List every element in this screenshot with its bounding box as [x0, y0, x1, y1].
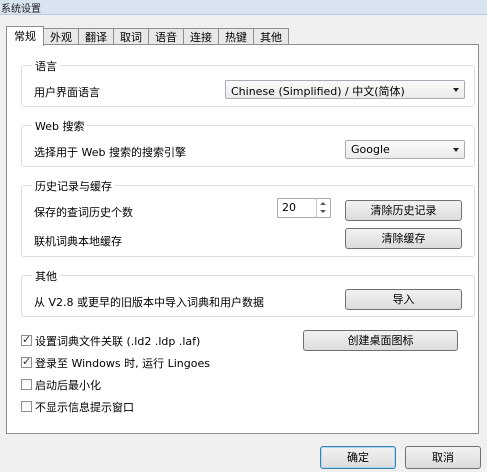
ok-button[interactable]: 确定: [320, 446, 396, 469]
window-title: 系统设置: [1, 4, 41, 15]
search-engine-value: Google: [351, 143, 390, 156]
language-legend: 语言: [32, 58, 60, 74]
import-button[interactable]: 导入: [345, 289, 462, 310]
chevron-down-icon: [453, 88, 459, 92]
tab-capture[interactable]: 取词: [113, 28, 149, 45]
tab-voice[interactable]: 语音: [148, 28, 184, 45]
search-engine-select[interactable]: Google: [345, 140, 465, 159]
other-group: 其他 从 V2.8 或更早的旧版本中导入词典和用户数据 导入: [21, 268, 475, 317]
web-search-group: Web 搜索 选择用于 Web 搜索的搜索引擎 Google: [21, 118, 475, 167]
other-legend: 其他: [32, 268, 60, 284]
minimize-on-start-label[interactable]: 启动后最小化: [35, 377, 101, 393]
run-on-login-label[interactable]: 登录至 Windows 时, 运行 Lingoes: [35, 355, 210, 371]
cancel-button[interactable]: 取消: [405, 446, 481, 469]
tab-appearance[interactable]: 外观: [43, 28, 79, 45]
tab-other[interactable]: 其他: [253, 28, 289, 45]
tab-translate[interactable]: 翻译: [78, 28, 114, 45]
minimize-on-start-checkbox[interactable]: [21, 379, 32, 390]
title-bar: 系统设置: [0, 0, 487, 15]
ui-language-label: 用户界面语言: [34, 86, 100, 99]
online-cache-label: 联机词典本地缓存: [34, 235, 122, 248]
tab-general[interactable]: 常规: [6, 26, 44, 46]
history-group: 历史记录与缓存 保存的查词历史个数 20 清除历史记录 联机词典本地缓存 清除缓…: [21, 178, 475, 257]
search-engine-label: 选择用于 Web 搜索的搜索引擎: [34, 146, 186, 159]
tab-connection[interactable]: 连接: [183, 28, 219, 45]
history-legend: 历史记录与缓存: [32, 178, 115, 194]
spin-down-icon[interactable]: [320, 210, 326, 213]
clear-cache-button[interactable]: 清除缓存: [345, 228, 462, 249]
hide-tips-checkbox[interactable]: [21, 401, 32, 412]
spin-buttons[interactable]: [316, 199, 330, 217]
spin-up-icon[interactable]: [320, 202, 326, 205]
create-desktop-icon-button[interactable]: 创建桌面图标: [303, 330, 458, 351]
history-count-value: 20: [282, 201, 296, 214]
chevron-down-icon: [453, 148, 459, 152]
ui-language-value: Chinese (Simplified) / 中文(简体): [231, 85, 405, 98]
check-icon: ✓: [22, 355, 32, 368]
ui-language-select[interactable]: Chinese (Simplified) / 中文(简体): [225, 80, 465, 99]
import-label: 从 V2.8 或更早的旧版本中导入词典和用户数据: [34, 296, 265, 309]
run-on-login-checkbox[interactable]: ✓: [21, 355, 32, 368]
language-group: 语言 用户界面语言 Chinese (Simplified) / 中文(简体): [21, 58, 475, 107]
file-association-label[interactable]: 设置词典文件关联 (.ld2 .ldp .laf): [35, 333, 200, 349]
clear-history-button[interactable]: 清除历史记录: [345, 200, 462, 221]
settings-panel: 语言 用户界面语言 Chinese (Simplified) / 中文(简体) …: [6, 44, 479, 434]
check-icon: ✓: [22, 333, 32, 346]
history-count-label: 保存的查词历史个数: [34, 206, 133, 219]
history-count-stepper[interactable]: 20: [277, 198, 331, 218]
file-association-checkbox[interactable]: ✓: [21, 333, 32, 346]
web-search-legend: Web 搜索: [32, 118, 88, 134]
hide-tips-label[interactable]: 不显示信息提示窗口: [35, 399, 134, 415]
tab-hotkeys[interactable]: 热键: [218, 28, 254, 45]
